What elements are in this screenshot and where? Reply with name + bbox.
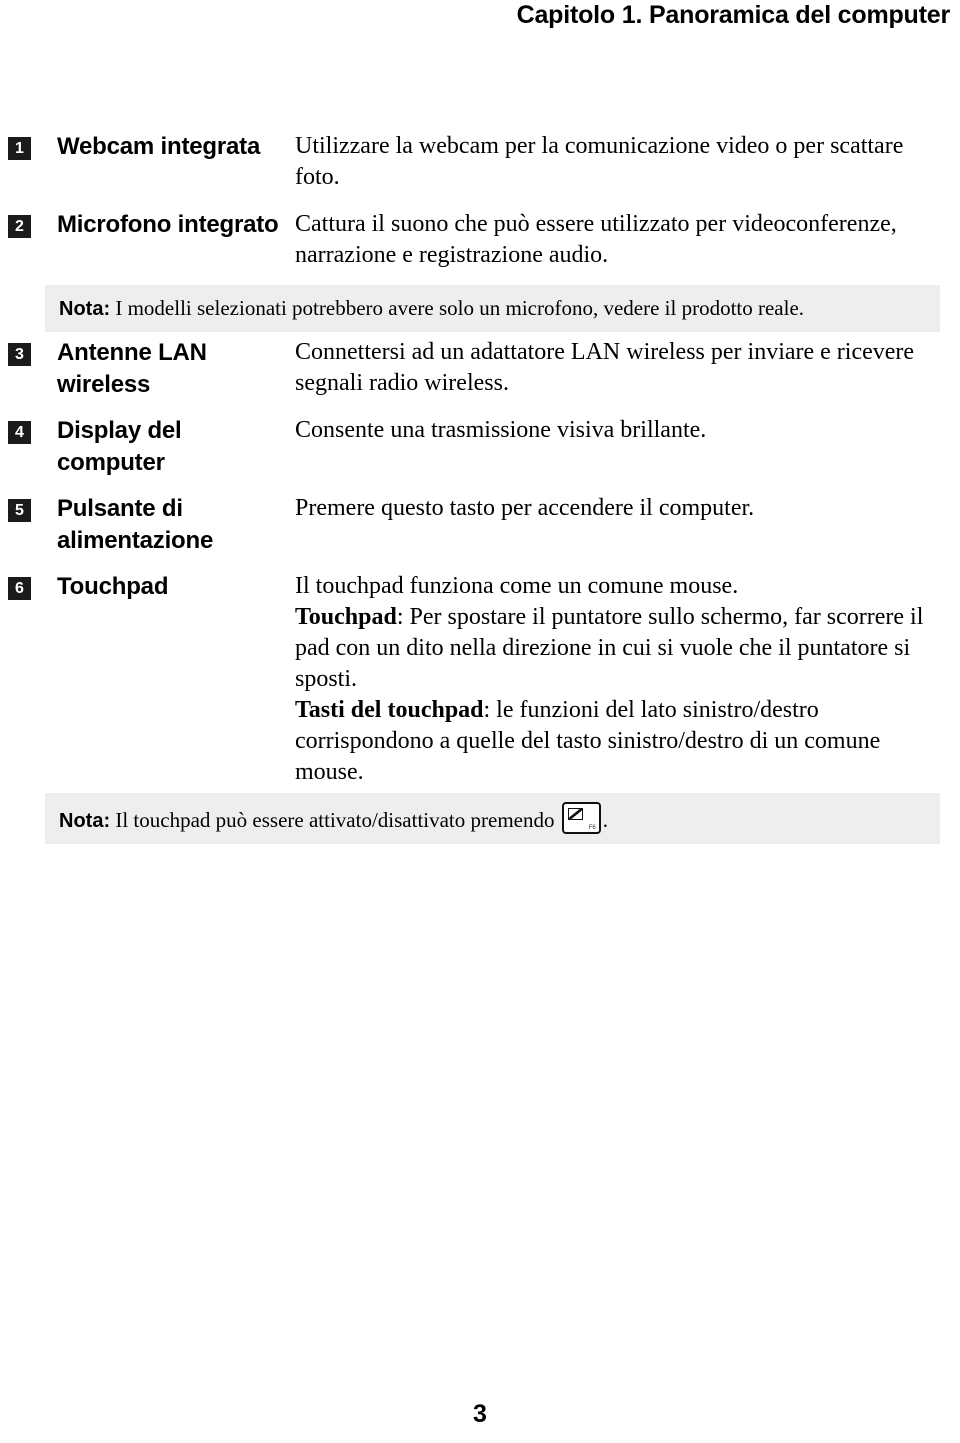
feature-description-6: Il touchpad funziona come un comune mous…: [295, 571, 960, 788]
feature-table: 1 Webcam integrata Utilizzare la webcam …: [0, 131, 960, 788]
callout-badge-3: 3: [8, 343, 31, 366]
note-touchpad-text-after: .: [602, 808, 608, 832]
callout-badge-4: 4: [8, 421, 31, 444]
feature-label-2: Microfono integrato: [57, 211, 279, 238]
feature-label-3: Antenne LAN wireless: [57, 339, 207, 398]
callout-number-cell: 4: [0, 415, 45, 444]
table-row: 4 Display del computer Consente una tras…: [0, 415, 960, 479]
table-row: 1 Webcam integrata Utilizzare la webcam …: [0, 131, 960, 193]
touchpad-disabled-icon: [567, 808, 583, 820]
note-microphone-text: I modelli selezionati potrebbero avere s…: [110, 296, 805, 320]
callout-number-cell: 1: [0, 131, 45, 160]
feature-description-2-text: Cattura il suono che può essere utilizza…: [295, 211, 897, 268]
feature-description-3-text: Connettersi ad un adattatore LAN wireles…: [295, 339, 915, 396]
feature-description-3: Connettersi ad un adattatore LAN wireles…: [295, 337, 960, 399]
callout-badge-2: 2: [8, 215, 31, 238]
touchpad-toggle-key-icon: F6: [561, 802, 601, 834]
note-label: Nota:: [59, 810, 111, 832]
touchpad-keys-paragraph: Tasti del touchpad: le funzioni del lato…: [295, 695, 930, 788]
feature-description-1: Utilizzare la webcam per la comunicazion…: [295, 131, 960, 193]
page-header: Capitolo 1. Panoramica del computer: [0, 0, 960, 36]
touchpad-intro-text: Il touchpad funziona come un comune mous…: [295, 573, 739, 599]
touchpad-usage-paragraph: Touchpad: Per spostare il puntatore sull…: [295, 602, 930, 695]
feature-description-2: Cattura il suono che può essere utilizza…: [295, 209, 960, 271]
callout-number-cell: 5: [0, 493, 45, 522]
feature-label-1: Webcam integrata: [57, 133, 261, 160]
page-title: Capitolo 1. Panoramica del computer: [516, 1, 951, 29]
table-row: 6 Touchpad Il touchpad funziona come un …: [0, 571, 960, 788]
note-label: Nota:: [59, 298, 111, 320]
callout-badge-5: 5: [8, 499, 31, 522]
note-touchpad: Nota: Il touchpad può essere attivato/di…: [45, 793, 940, 844]
feature-description-5: Premere questo tasto per accendere il co…: [295, 493, 960, 524]
table-row: 3 Antenne LAN wireless Connettersi ad un…: [0, 337, 960, 401]
feature-description-4-text: Consente una trasmissione visiva brillan…: [295, 417, 707, 443]
touchpad-usage-lead: Touchpad: [295, 604, 397, 630]
note-touchpad-text-before: Il touchpad può essere attivato/disattiv…: [110, 808, 560, 832]
feature-label-5: Pulsante di alimentazione: [57, 495, 214, 554]
feature-description-1-text: Utilizzare la webcam per la comunicazion…: [295, 133, 904, 190]
callout-number-cell: 3: [0, 337, 45, 366]
feature-label-6: Touchpad: [57, 573, 169, 600]
note-microphone: Nota: I modelli selezionati potrebbero a…: [45, 285, 940, 332]
callout-badge-6: 6: [8, 577, 31, 600]
feature-description-5-text: Premere questo tasto per accendere il co…: [295, 495, 755, 521]
page-number: 3: [473, 1400, 487, 1428]
function-key-label: F6: [588, 825, 596, 831]
feature-description-4: Consente una trasmissione visiva brillan…: [295, 415, 960, 446]
table-row: 5 Pulsante di alimentazione Premere ques…: [0, 493, 960, 557]
callout-number-cell: 6: [0, 571, 45, 600]
callout-number-cell: 2: [0, 209, 45, 238]
feature-label-4: Display del computer: [57, 417, 182, 476]
touchpad-keys-lead: Tasti del touchpad: [295, 697, 484, 723]
table-row: 2 Microfono integrato Cattura il suono c…: [0, 209, 960, 271]
callout-badge-1: 1: [8, 137, 31, 160]
page-footer: 3: [0, 1399, 960, 1429]
